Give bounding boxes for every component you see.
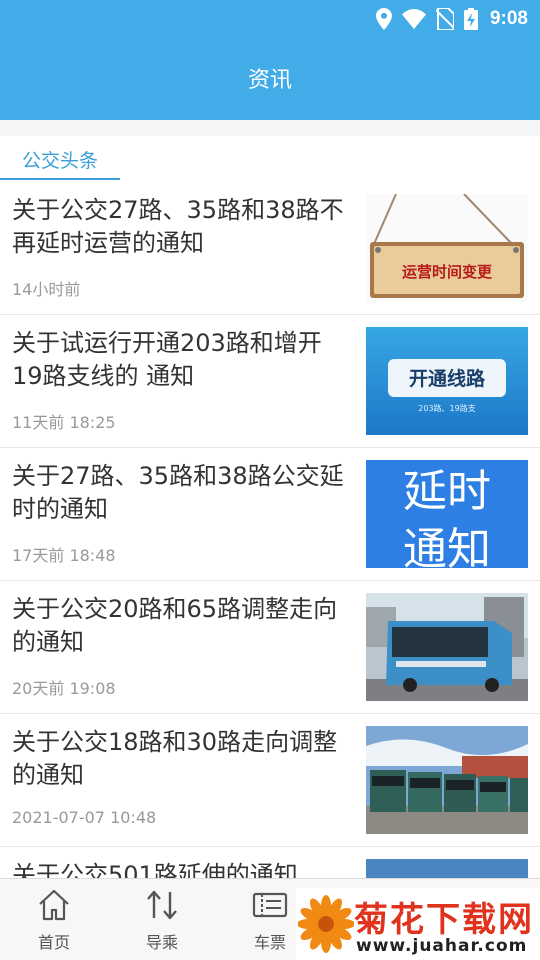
news-title: 关于公交18路和30路走向调整的通知: [12, 728, 338, 789]
news-item[interactable]: 关于27路、35路和38路公交延时的通知 17天前 18:48 延时 通知: [0, 448, 540, 581]
news-list[interactable]: 关于公交27路、35路和38路不再延时运营的通知 14小时前 运营时间变更 关于…: [0, 182, 540, 878]
ticket-icon: [252, 887, 288, 923]
status-clock: 9:08: [489, 8, 528, 29]
no-sim-icon: [435, 8, 454, 30]
watermark-overlay: 菊花下载网 www.juahar.com: [296, 888, 540, 960]
news-title: 关于公交20路和65路调整走向的通知: [12, 595, 338, 656]
app-header: 9:08 资讯: [0, 0, 540, 120]
news-item[interactable]: 关于公交18路和30路走向调整的通知 2021-07-07 10:48: [0, 714, 540, 847]
status-bar: 9:08: [375, 6, 528, 32]
watermark-url: www.juahar.com: [356, 936, 528, 956]
news-thumbnail-bus-photo: [366, 593, 528, 701]
news-item[interactable]: 关于公交501路延伸的通知: [0, 847, 540, 878]
news-time: 2021-07-07 10:48: [12, 808, 157, 827]
news-time: 17天前 18:48: [12, 546, 116, 565]
home-icon: [36, 887, 72, 923]
nav-home[interactable]: 首页: [0, 879, 108, 960]
news-title: 关于公交501路延伸的通知: [12, 861, 298, 878]
thumb-banner-subtext: 203路、19路支: [418, 403, 475, 413]
news-title: 关于27路、35路和38路公交延时的通知: [12, 462, 344, 523]
flower-logo-icon: [297, 894, 355, 958]
news-title: 关于试运行开通203路和增开19路支线的 通知: [12, 329, 322, 390]
category-tabs: 公交头条: [0, 136, 540, 182]
news-thumbnail: [366, 859, 528, 878]
thumb-text-line1: 延时: [403, 466, 491, 517]
tab-label: 公交头条: [21, 149, 98, 172]
news-thumbnail-delay-notice: 延时 通知: [366, 460, 528, 568]
thumb-text-line2: 通知: [403, 524, 491, 568]
wifi-icon: [401, 9, 426, 29]
news-item[interactable]: 关于公交27路、35路和38路不再延时运营的通知 14小时前 运营时间变更: [0, 182, 540, 315]
nav-guide[interactable]: 导乘: [108, 879, 216, 960]
nav-label: 首页: [37, 933, 70, 952]
watermark-title: 菊花下载网: [354, 900, 534, 940]
battery-charging-icon: [463, 8, 478, 30]
news-title: 关于公交27路、35路和38路不再延时运营的通知: [12, 196, 344, 257]
news-item[interactable]: 关于公交20路和65路调整走向的通知 20天前 19:08: [0, 581, 540, 714]
active-tab-indicator: [0, 178, 120, 180]
news-thumbnail-hanging-sign: 运营时间变更: [366, 194, 528, 302]
news-item[interactable]: 关于试运行开通203路和增开19路支线的 通知 11天前 18:25 开通线路 …: [0, 315, 540, 448]
thumb-sign-text: 运营时间变更: [402, 263, 493, 281]
page-title: 资讯: [247, 68, 292, 93]
tab-bus-headlines[interactable]: 公交头条: [0, 136, 120, 182]
news-time: 20天前 19:08: [12, 679, 116, 698]
thumb-banner-text: 开通线路: [409, 367, 486, 390]
nav-label: 导乘: [145, 933, 178, 952]
news-time: 14小时前: [12, 280, 81, 299]
route-icon: [144, 887, 180, 923]
news-thumbnail-bus-depot: [366, 726, 528, 834]
news-thumbnail-new-route: 开通线路 203路、19路支: [366, 327, 528, 435]
location-icon: [375, 8, 392, 30]
news-time: 11天前 18:25: [12, 413, 116, 432]
